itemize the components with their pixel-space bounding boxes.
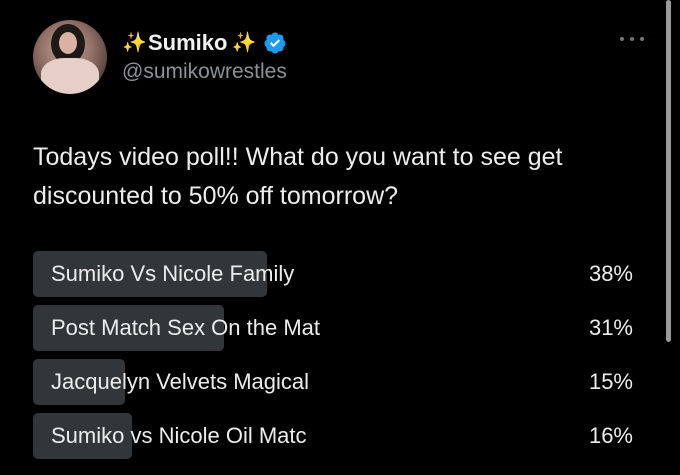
- poll-option-percent: 16%: [588, 423, 633, 448]
- tweet-text-line: Todays video poll!! What do you want to …: [33, 143, 563, 171]
- poll-option-percent: 15%: [588, 369, 633, 394]
- poll: Sumiko Vs Nicole Family 38% Post Match S…: [33, 251, 633, 467]
- poll-option-label: Post Match Sex On the Mat: [51, 315, 321, 340]
- poll-option[interactable]: Jacquelyn Velvets Magical 15%: [33, 359, 633, 405]
- poll-option-percent: 31%: [588, 315, 633, 340]
- tweet-text-line: discounted to 50% off tomorrow?: [33, 182, 399, 210]
- poll-option[interactable]: Post Match Sex On the Mat 31%: [33, 305, 633, 351]
- avatar-face: [59, 32, 77, 54]
- avatar[interactable]: [33, 20, 107, 94]
- display-name[interactable]: Sumiko: [148, 30, 227, 56]
- dot: [640, 37, 644, 41]
- tweet: ✨ Sumiko ✨ @sumikowrestles Todays video …: [0, 0, 680, 475]
- sparkle-icon: ✨: [231, 32, 257, 54]
- dot: [620, 37, 624, 41]
- tweet-text: Todays video poll!! What do you want to …: [33, 138, 653, 216]
- scrollbar[interactable]: [666, 0, 671, 342]
- author-handle[interactable]: @sumikowrestles: [122, 60, 287, 84]
- poll-option-percent: 38%: [588, 261, 633, 286]
- poll-option-label: Sumiko vs Nicole Oil Matc: [51, 423, 307, 448]
- poll-option-label: Jacquelyn Velvets Magical: [51, 369, 310, 394]
- poll-option[interactable]: Sumiko Vs Nicole Family 38%: [33, 251, 633, 297]
- more-options-icon[interactable]: [620, 34, 644, 44]
- poll-option[interactable]: Sumiko vs Nicole Oil Matc 16%: [33, 413, 633, 459]
- poll-option-label: Sumiko Vs Nicole Family: [51, 261, 295, 286]
- dot: [630, 37, 634, 41]
- avatar-body: [41, 58, 99, 94]
- author-name-row[interactable]: ✨ Sumiko ✨: [122, 28, 287, 58]
- sparkle-icon: ✨: [122, 32, 147, 54]
- verified-badge-icon: [264, 32, 286, 54]
